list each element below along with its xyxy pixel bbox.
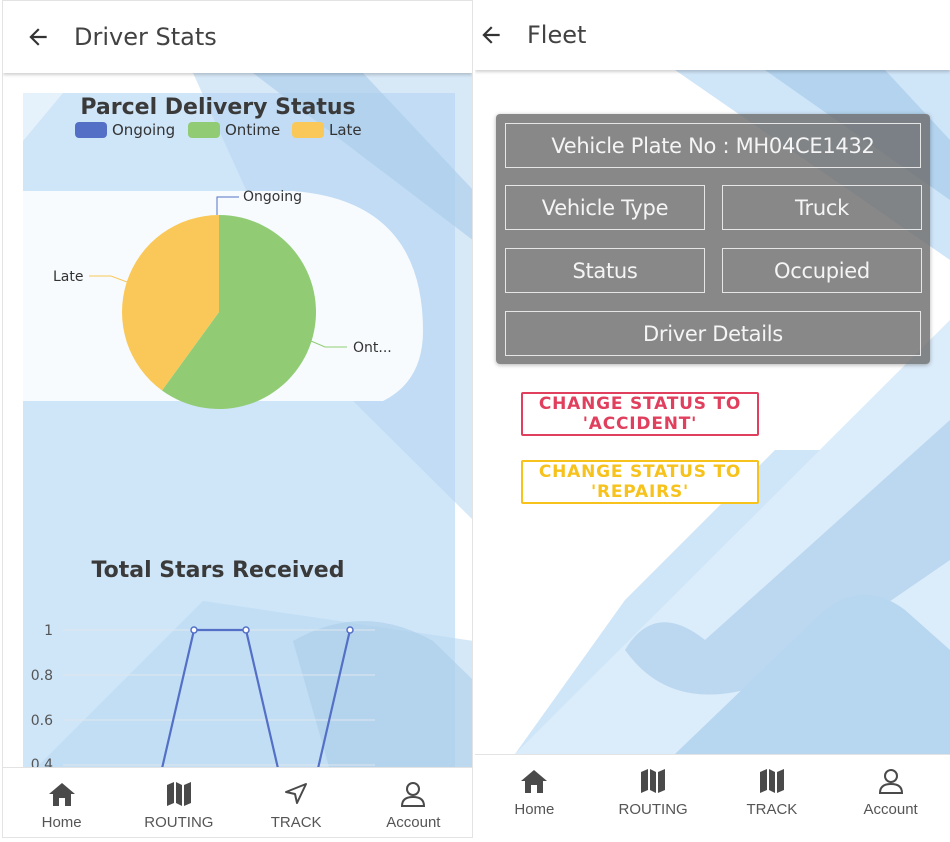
vehicle-card: Vehicle Plate No : MH04CE1432 Vehicle Ty… [496,114,930,364]
nav-home[interactable]: Home [475,755,594,842]
home-icon [48,780,76,808]
back-button[interactable] [18,17,58,57]
nav-home-label: Home [41,814,82,831]
app-bar: Driver Stats [3,1,472,73]
nav-routing[interactable]: ROUTING [594,755,713,842]
map-icon [639,767,667,795]
change-status-repairs-button[interactable]: CHANGE STATUS TO 'REPAIRS' [521,460,759,504]
home-icon [520,767,548,795]
nav-account-label: Account [386,814,441,831]
status-value: Occupied [722,248,922,293]
nav-account[interactable]: Account [355,768,472,837]
map-icon [165,780,193,808]
change-status-accident-button[interactable]: CHANGE STATUS TO 'ACCIDENT' [521,392,759,436]
data-point[interactable] [242,626,250,634]
nav-routing[interactable]: ROUTING [120,768,237,837]
nav-home[interactable]: Home [3,768,120,837]
bottom-navigation: Home ROUTING TRACK Account [3,767,472,837]
map-icon [758,767,786,795]
user-icon [877,767,905,795]
fleet-screen: Fleet Vehicle Plate No : MH04CE1432 Vehi… [475,0,950,842]
vehicle-plate: Vehicle Plate No : MH04CE1432 [505,123,921,168]
vehicle-type-value: Truck [722,185,922,230]
data-point[interactable] [346,626,354,634]
nav-routing-label: ROUTING [144,814,214,831]
y-tick-label: 0.8 [31,668,53,684]
nav-account-label: Account [863,801,918,818]
vehicle-type-label: Vehicle Type [505,185,705,230]
driver-stats-screen: Driver Stats Parcel Delivery Status Ongo… [2,0,473,838]
app-bar: Fleet [475,0,950,70]
line-chart: 1 0.8 0.6 0.4 [31,623,375,767]
arrow-left-icon [29,28,47,46]
nav-account[interactable]: Account [831,755,950,842]
y-tick-label: 1 [44,623,53,639]
series-line [161,628,352,767]
nav-track[interactable]: TRACK [238,768,355,837]
navigation-arrow-icon [282,780,310,808]
nav-home-label: Home [514,801,555,818]
nav-track-label: TRACK [746,801,798,818]
page-title: Driver Stats [74,23,217,51]
bottom-navigation: Home ROUTING TRACK Account [475,754,950,842]
page-title: Fleet [527,21,587,49]
y-tick-label: 0.4 [31,757,53,767]
user-icon [399,780,427,808]
nav-track-label: TRACK [270,814,322,831]
status-label: Status [505,248,705,293]
nav-routing-label: ROUTING [618,801,688,818]
nav-track[interactable]: TRACK [713,755,832,842]
driver-details-button[interactable]: Driver Details [505,311,921,356]
back-button[interactable] [475,15,511,55]
arrow-left-icon [482,26,500,44]
data-point[interactable] [190,626,198,634]
y-tick-label: 0.6 [31,713,53,729]
